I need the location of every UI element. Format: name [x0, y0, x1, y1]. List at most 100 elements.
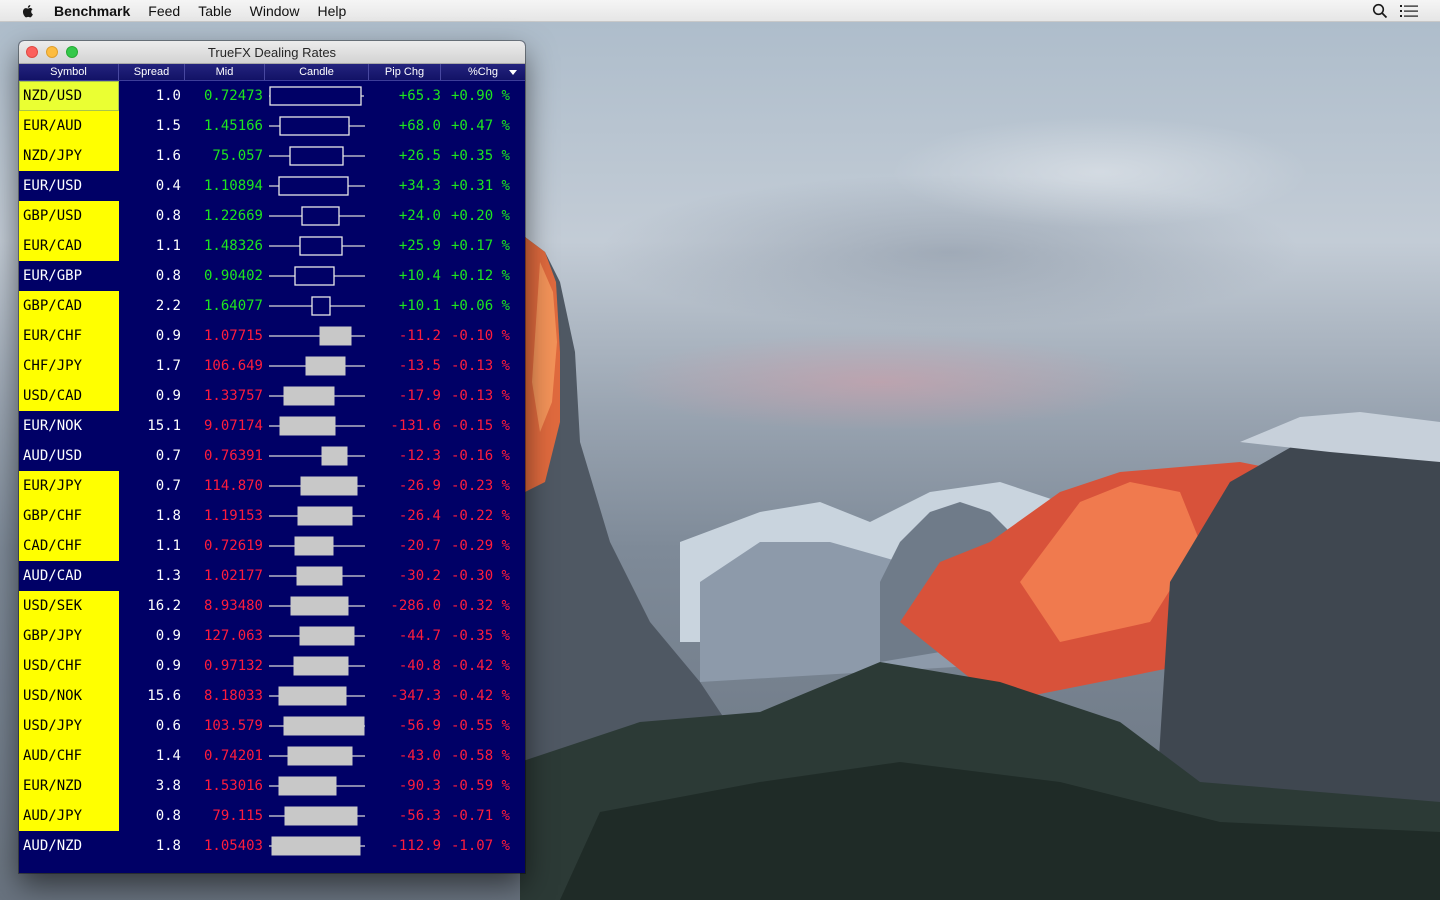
column-header-candle[interactable]: Candle [265, 64, 369, 80]
table-row[interactable]: EUR/CHF 0.9 1.07715 -11.2 -0.10 % [19, 321, 525, 351]
table-row[interactable]: CHF/JPY 1.7 106.649 -13.5 -0.13 % [19, 351, 525, 381]
cell-percent-change: -0.55 % [450, 718, 510, 734]
table-row[interactable]: EUR/USD 0.4 1.10894 +34.3 +0.31 % [19, 171, 525, 201]
cell-spread: 0.8 [155, 268, 181, 284]
table-row[interactable]: USD/SEK 16.2 8.93480 -286.0 -0.32 % [19, 591, 525, 621]
cell-symbol: GBP/USD [19, 201, 119, 231]
table-row[interactable]: AUD/CHF 1.4 0.74201 -43.0 -0.58 % [19, 741, 525, 771]
cell-percent-change: -0.13 % [450, 358, 510, 374]
candlestick-chart [269, 476, 365, 496]
cell-symbol: EUR/CHF [19, 321, 119, 351]
table-row[interactable]: GBP/USD 0.8 1.22669 +24.0 +0.20 % [19, 201, 525, 231]
table-row[interactable]: CAD/CHF 1.1 0.72619 -20.7 -0.29 % [19, 531, 525, 561]
cell-percent-change: -0.71 % [450, 808, 510, 824]
column-header-pct-chg[interactable]: %Chg [441, 64, 525, 80]
candlestick-chart [269, 266, 365, 286]
candle-body [296, 566, 343, 586]
cell-candle [265, 441, 369, 471]
cell-percent-change: -0.29 % [450, 538, 510, 554]
apple-icon[interactable] [20, 3, 36, 19]
cell-candle [265, 381, 369, 411]
candle-body [287, 746, 353, 766]
cell-spread: 1.4 [155, 748, 181, 764]
table-row[interactable]: USD/JPY 0.6 103.579 -56.9 -0.55 % [19, 711, 525, 741]
table-row[interactable]: EUR/NOK 15.1 9.07174 -131.6 -0.15 % [19, 411, 525, 441]
minimize-window-button[interactable] [46, 46, 58, 58]
cell-candle [265, 801, 369, 831]
cell-spread: 16.2 [147, 598, 181, 614]
column-header-pip-chg[interactable]: Pip Chg [369, 64, 441, 80]
cell-symbol: USD/JPY [19, 711, 119, 741]
table-row[interactable]: AUD/NZD 1.8 1.05403 -112.9 -1.07 % [19, 831, 525, 861]
cell-symbol: USD/NOK [19, 681, 119, 711]
candlestick-chart [269, 176, 365, 196]
table-row[interactable]: NZD/USD 1.0 0.72473 +65.3 +0.90 % [19, 81, 525, 111]
table-row[interactable]: EUR/GBP 0.8 0.90402 +10.4 +0.12 % [19, 261, 525, 291]
cell-symbol: EUR/NZD [19, 771, 119, 801]
cell-spread: 0.9 [155, 628, 181, 644]
cell-symbol: EUR/JPY [19, 471, 119, 501]
notification-center-icon[interactable] [1400, 4, 1418, 18]
cell-candle [265, 741, 369, 771]
table-row[interactable]: GBP/CAD 2.2 1.64077 +10.1 +0.06 % [19, 291, 525, 321]
cell-mid: 1.19153 [203, 508, 263, 524]
table-row[interactable]: GBP/CHF 1.8 1.19153 -26.4 -0.22 % [19, 501, 525, 531]
column-header-symbol[interactable]: Symbol [19, 64, 119, 80]
table-row[interactable]: EUR/AUD 1.5 1.45166 +68.0 +0.47 % [19, 111, 525, 141]
cell-symbol: EUR/AUD [19, 111, 119, 141]
cell-spread: 1.8 [155, 508, 181, 524]
table-row[interactable]: GBP/JPY 0.9 127.063 -44.7 -0.35 % [19, 621, 525, 651]
candle-body [278, 776, 337, 796]
cell-candle [265, 711, 369, 741]
cell-symbol: GBP/CHF [19, 501, 119, 531]
column-header-mid[interactable]: Mid [185, 64, 265, 80]
cell-pip-change: -20.7 [398, 538, 441, 554]
cell-symbol: GBP/JPY [19, 621, 119, 651]
candlestick-chart [269, 446, 365, 466]
table-row[interactable]: EUR/JPY 0.7 114.870 -26.9 -0.23 % [19, 471, 525, 501]
cell-mid: 8.18033 [203, 688, 263, 704]
candle-body [283, 386, 335, 406]
menu-table[interactable]: Table [198, 3, 231, 19]
window-titlebar[interactable]: TrueFX Dealing Rates [19, 41, 525, 64]
table-row[interactable]: USD/CAD 0.9 1.33757 -17.9 -0.13 % [19, 381, 525, 411]
candlestick-chart [269, 326, 365, 346]
cell-symbol: AUD/JPY [19, 801, 119, 831]
cell-candle [265, 471, 369, 501]
cell-pip-change: +24.0 [398, 208, 441, 224]
cell-percent-change: -1.07 % [450, 838, 510, 854]
candlestick-chart [269, 716, 365, 736]
table-row[interactable]: AUD/USD 0.7 0.76391 -12.3 -0.16 % [19, 441, 525, 471]
zoom-window-button[interactable] [66, 46, 78, 58]
cell-mid: 1.10894 [203, 178, 263, 194]
column-header-spread[interactable]: Spread [119, 64, 185, 80]
cell-percent-change: +0.47 % [450, 118, 510, 134]
spotlight-search-icon[interactable] [1372, 3, 1388, 19]
cell-pip-change: -12.3 [398, 448, 441, 464]
menu-window[interactable]: Window [250, 3, 300, 19]
cell-spread: 1.1 [155, 238, 181, 254]
cell-mid: 0.72619 [203, 538, 263, 554]
table-row[interactable]: EUR/CAD 1.1 1.48326 +25.9 +0.17 % [19, 231, 525, 261]
menu-feed[interactable]: Feed [148, 3, 180, 19]
table-row[interactable]: NZD/JPY 1.6 75.057 +26.5 +0.35 % [19, 141, 525, 171]
window-title: TrueFX Dealing Rates [207, 44, 337, 60]
table-row[interactable]: USD/CHF 0.9 0.97132 -40.8 -0.42 % [19, 651, 525, 681]
cell-mid: 0.97132 [203, 658, 263, 674]
table-row[interactable]: EUR/NZD 3.8 1.53016 -90.3 -0.59 % [19, 771, 525, 801]
menu-help[interactable]: Help [317, 3, 346, 19]
cell-pip-change: -11.2 [398, 328, 441, 344]
cell-mid: 1.53016 [203, 778, 263, 794]
cell-candle [265, 351, 369, 381]
cell-mid: 1.22669 [203, 208, 263, 224]
cell-pip-change: +26.5 [398, 148, 441, 164]
close-window-button[interactable] [26, 46, 38, 58]
table-row[interactable]: USD/NOK 15.6 8.18033 -347.3 -0.42 % [19, 681, 525, 711]
table-row[interactable]: AUD/CAD 1.3 1.02177 -30.2 -0.30 % [19, 561, 525, 591]
candle-body [283, 716, 365, 736]
table-row[interactable]: AUD/JPY 0.8 79.115 -56.3 -0.71 % [19, 801, 525, 831]
cell-candle [265, 291, 369, 321]
cell-spread: 1.8 [155, 838, 181, 854]
app-menu-name[interactable]: Benchmark [54, 3, 130, 19]
sort-descending-icon [509, 70, 517, 75]
